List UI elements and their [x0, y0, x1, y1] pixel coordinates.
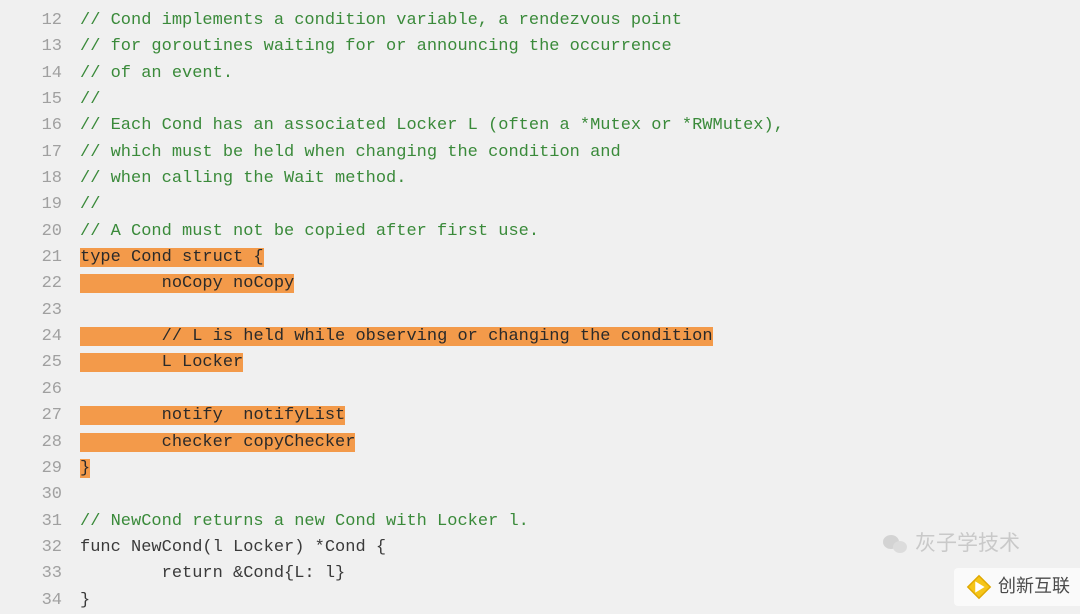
- code-segment: // L is held while observing or changing…: [162, 327, 713, 346]
- line-number: 19: [0, 192, 80, 218]
- code-segment: [80, 406, 162, 425]
- code-line: 34}: [0, 588, 1080, 614]
- line-number: 13: [0, 34, 80, 60]
- line-number: 24: [0, 324, 80, 350]
- code-segment: type Cond struct {: [80, 248, 264, 267]
- line-content: }: [80, 456, 90, 482]
- line-content: // L is held while observing or changing…: [80, 324, 713, 350]
- code-line: 26: [0, 377, 1080, 403]
- line-content: // A Cond must not be copied after first…: [80, 219, 539, 245]
- code-line: 14// of an event.: [0, 61, 1080, 87]
- line-content: func NewCond(l Locker) *Cond {: [80, 535, 386, 561]
- line-number: 33: [0, 561, 80, 587]
- code-line: 27 notify notifyList: [0, 403, 1080, 429]
- code-line: 20// A Cond must not be copied after fir…: [0, 219, 1080, 245]
- line-number: 14: [0, 61, 80, 87]
- line-number: 34: [0, 588, 80, 614]
- watermark-brand-text: 创新互联: [998, 573, 1070, 601]
- code-line: 13// for goroutines waiting for or annou…: [0, 34, 1080, 60]
- code-line: 17// which must be held when changing th…: [0, 140, 1080, 166]
- code-line: 30: [0, 482, 1080, 508]
- line-content: // which must be held when changing the …: [80, 140, 621, 166]
- code-segment: //: [80, 90, 100, 109]
- watermark-wechat: 灰子学技术: [881, 528, 1020, 561]
- code-segment: // for goroutines waiting for or announc…: [80, 37, 672, 56]
- code-line: 12// Cond implements a condition variabl…: [0, 8, 1080, 34]
- code-line: 15//: [0, 87, 1080, 113]
- line-number: 12: [0, 8, 80, 34]
- code-segment: }: [80, 591, 90, 610]
- line-number: 27: [0, 403, 80, 429]
- line-number: 28: [0, 430, 80, 456]
- code-segment: // of an event.: [80, 64, 233, 83]
- code-segment: func NewCond(l Locker) *Cond {: [80, 538, 386, 557]
- line-content: // Each Cond has an associated Locker L …: [80, 113, 784, 139]
- line-content: // for goroutines waiting for or announc…: [80, 34, 672, 60]
- code-segment: return &Cond{L: l}: [80, 564, 345, 583]
- line-content: // NewCond returns a new Cond with Locke…: [80, 509, 529, 535]
- line-number: 20: [0, 219, 80, 245]
- line-content: type Cond struct {: [80, 245, 264, 271]
- line-content: //: [80, 192, 100, 218]
- watermark-wechat-text: 灰子学技术: [915, 528, 1020, 561]
- line-number: 17: [0, 140, 80, 166]
- brand-logo-icon: [964, 572, 994, 602]
- code-segment: noCopy noCopy: [162, 274, 295, 293]
- line-content: // Cond implements a condition variable,…: [80, 8, 682, 34]
- wechat-icon: [881, 533, 909, 557]
- line-number: 25: [0, 350, 80, 376]
- line-number: 23: [0, 298, 80, 324]
- code-segment: checker copyChecker: [162, 433, 356, 452]
- code-segment: L Locker: [162, 353, 244, 372]
- line-number: 32: [0, 535, 80, 561]
- code-line: 16// Each Cond has an associated Locker …: [0, 113, 1080, 139]
- code-line: 28 checker copyChecker: [0, 430, 1080, 456]
- line-number: 29: [0, 456, 80, 482]
- code-segment: [80, 433, 162, 452]
- line-content: notify notifyList: [80, 403, 345, 429]
- code-segment: notify notifyList: [162, 406, 346, 425]
- code-line: 19//: [0, 192, 1080, 218]
- code-segment: [80, 274, 162, 293]
- code-line: 23: [0, 298, 1080, 324]
- line-content: noCopy noCopy: [80, 271, 294, 297]
- line-content: checker copyChecker: [80, 430, 355, 456]
- line-number: 15: [0, 87, 80, 113]
- code-segment: //: [80, 195, 100, 214]
- code-segment: // NewCond returns a new Cond with Locke…: [80, 512, 529, 531]
- line-content: // when calling the Wait method.: [80, 166, 406, 192]
- line-content: }: [80, 588, 90, 614]
- line-number: 31: [0, 509, 80, 535]
- code-line: 22 noCopy noCopy: [0, 271, 1080, 297]
- code-segment: // A Cond must not be copied after first…: [80, 222, 539, 241]
- line-number: 30: [0, 482, 80, 508]
- line-number: 22: [0, 271, 80, 297]
- code-segment: }: [80, 459, 90, 478]
- line-content: //: [80, 87, 100, 113]
- code-segment: // Each Cond has an associated Locker L …: [80, 116, 784, 135]
- code-block: 12// Cond implements a condition variabl…: [0, 8, 1080, 614]
- code-segment: // which must be held when changing the …: [80, 143, 621, 162]
- line-content: return &Cond{L: l}: [80, 561, 345, 587]
- code-line: 25 L Locker: [0, 350, 1080, 376]
- code-segment: // when calling the Wait method.: [80, 169, 406, 188]
- code-segment: [80, 353, 162, 372]
- line-content: L Locker: [80, 350, 243, 376]
- line-number: 18: [0, 166, 80, 192]
- watermark-brand: 创新互联: [954, 568, 1080, 606]
- code-line: 21type Cond struct {: [0, 245, 1080, 271]
- line-content: // of an event.: [80, 61, 233, 87]
- code-line: 18// when calling the Wait method.: [0, 166, 1080, 192]
- line-number: 16: [0, 113, 80, 139]
- code-line: 29}: [0, 456, 1080, 482]
- code-segment: // Cond implements a condition variable,…: [80, 11, 682, 30]
- code-segment: [80, 327, 162, 346]
- line-number: 21: [0, 245, 80, 271]
- code-line: 24 // L is held while observing or chang…: [0, 324, 1080, 350]
- line-number: 26: [0, 377, 80, 403]
- code-line: 33 return &Cond{L: l}: [0, 561, 1080, 587]
